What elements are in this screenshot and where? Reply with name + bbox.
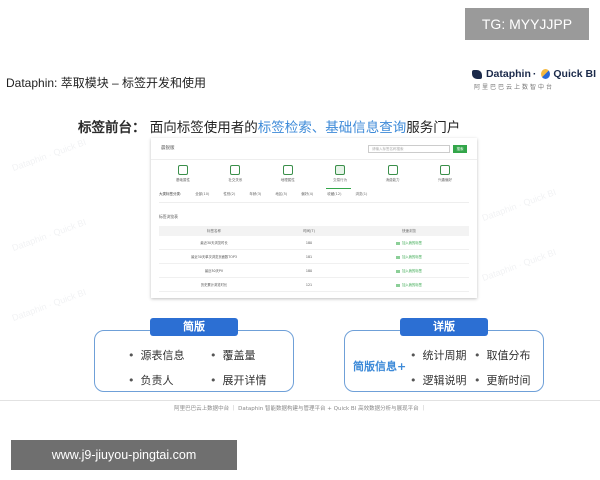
mock-col-header: 标签名称 — [207, 228, 221, 233]
people-icon — [230, 165, 241, 175]
mock-table-header: 标签名称 时间(T) 快速浏览 — [159, 226, 469, 236]
mock-add-tag-link[interactable]: 加入我的标签 — [396, 283, 422, 287]
mock-section-title: 标签浏览表 — [159, 214, 178, 219]
mock-category-label: 交易行为 — [333, 178, 348, 182]
simple-item: 源表信息 — [128, 347, 185, 363]
mock-cell-name: 最近30天浏览时长 — [200, 241, 228, 245]
simple-item: 覆盖量 — [210, 347, 256, 363]
detail-item: 逻辑说明 — [410, 372, 467, 388]
mock-category-bar: 基础属性 社交关系 地理属性 交易行为 消费能力 兴趣偏好 — [165, 165, 463, 187]
mock-category-item[interactable]: 消费能力 — [375, 165, 411, 187]
simple-item: 展开详情 — [210, 372, 267, 388]
trade-icon — [335, 165, 346, 175]
mock-category-label: 基础属性 — [176, 178, 190, 182]
mock-filter-item[interactable]: 地区(5) — [275, 192, 287, 200]
tg-badge: TG: MYYJJPP — [465, 8, 589, 40]
mock-search-input[interactable]: 请输入标签名称搜索 — [368, 145, 450, 153]
logo-separator: · — [532, 68, 537, 80]
mock-add-tag-link[interactable]: 加入我的标签 — [396, 269, 422, 273]
heart-icon — [439, 165, 450, 175]
simple-tab: 简版 — [150, 318, 238, 336]
mock-search-button[interactable]: 搜索 — [453, 145, 467, 153]
mock-active-underline — [326, 188, 351, 189]
logo-name: Dataphin — [485, 68, 531, 80]
user-profile-icon — [178, 165, 188, 175]
mock-cell-time: 121 — [305, 282, 313, 287]
url-badge: www.j9-jiuyou-pingtai.com — [11, 440, 237, 470]
mock-category-item[interactable]: 基础属性 — [165, 165, 201, 187]
detail-item: 统计周期 — [410, 347, 467, 363]
mock-add-tag-link[interactable]: 加入我的标签 — [396, 241, 422, 245]
mock-filter-item[interactable]: 浏览(1) — [355, 192, 367, 200]
mock-cell-time: 181 — [305, 254, 313, 259]
mock-category-item-active[interactable]: 交易行为 — [322, 165, 358, 187]
logo-name-2: Quick BI — [553, 68, 596, 80]
mock-cell-name: 最近30天PV — [204, 269, 224, 273]
mock-category-label: 地理属性 — [280, 178, 295, 182]
mock-filter-item[interactable]: 年龄(3) — [249, 192, 261, 200]
product-logo: Dataphin · Quick BI 阿里巴巴云上数智中台 — [472, 68, 596, 98]
mock-cell-name: 历史累计浏览时长 — [200, 283, 228, 287]
table-row: 最近30天单次浏览页面数TOP3 181 加入我的标签 — [159, 250, 469, 264]
mock-category-label: 消费能力 — [385, 178, 400, 182]
location-icon — [282, 165, 293, 175]
slide-footer: 阿里巴巴云上数据中台 ｜ Dataphin 智能数据构建与管理平台 + Quic… — [174, 406, 426, 412]
mock-category-label: 社交关系 — [228, 178, 243, 182]
headline-text-after: 服务门户 — [406, 120, 461, 136]
mock-header: 晨锐版 请输入标签名称搜索 搜索 — [151, 138, 477, 160]
mock-brand: 晨锐版 — [161, 146, 175, 151]
headline-text: 面向标签使用者的 — [149, 120, 258, 136]
table-row: 最近30天浏览时长 180 加入我的标签 — [159, 236, 469, 250]
mock-col-header: 时间(T) — [303, 228, 315, 233]
mock-col-header: 快速浏览 — [402, 228, 416, 233]
mock-tag-table: 标签名称 时间(T) 快速浏览 最近30天浏览时长 180 加入我的标签 最近3… — [159, 226, 469, 292]
mock-cell-time: 180 — [305, 240, 313, 245]
mock-category-item[interactable]: 兴趣偏好 — [427, 165, 463, 187]
detail-item: 取值分布 — [474, 347, 531, 363]
slide-title: Dataphin: 萃取模块 – 标签开发和使用 — [6, 76, 207, 90]
mock-category-item[interactable]: 地理属性 — [270, 165, 306, 187]
headline: 标签前台： 面向标签使用者的标签检索、基础信息查询服务门户 — [78, 116, 460, 136]
headline-label: 标签前台： — [78, 120, 146, 136]
logo-subtitle: 阿里巴巴云上数智中台 — [474, 84, 555, 91]
mock-filter-item[interactable]: 性别(2) — [223, 192, 235, 200]
headline-highlight: 标签检索、基础信息查询 — [257, 120, 407, 136]
detail-tab: 详版 — [400, 318, 488, 336]
tag-portal-mockup: 晨锐版 请输入标签名称搜索 搜索 基础属性 社交关系 地理属性 交易行为 消费能… — [151, 138, 477, 298]
mock-add-tag-link[interactable]: 加入我的标签 — [396, 255, 422, 259]
mock-divider — [159, 202, 469, 203]
dataphin-logo-icon — [472, 69, 482, 79]
mock-filter-label: 大类标签分类: — [159, 192, 182, 196]
mock-category-item[interactable]: 社交关系 — [217, 165, 253, 187]
detail-item: 更新时间 — [474, 372, 531, 388]
consumption-icon — [387, 165, 398, 175]
quickbi-logo-icon — [541, 69, 551, 79]
mock-cell-name: 最近30天单次浏览页面数TOP3 — [191, 255, 237, 259]
mock-filter-item[interactable]: 收藏(12) — [327, 192, 341, 200]
simple-item: 负责人 — [128, 372, 174, 388]
detail-prefix: 简版信息+ — [353, 360, 407, 373]
table-row: 历史累计浏览时长 121 加入我的标签 — [159, 278, 469, 292]
mock-filter-item[interactable]: 偏好(4) — [301, 192, 313, 200]
mock-category-label: 兴趣偏好 — [437, 178, 452, 182]
mock-cell-time: 180 — [305, 268, 313, 273]
mock-filter-row: 大类标签分类: 全部(10) 性别(2) 年龄(3) 地区(5) 偏好(4) 收… — [159, 192, 469, 200]
table-row: 最近30天PV 180 加入我的标签 — [159, 264, 469, 278]
mock-filter-item[interactable]: 全部(10) — [195, 192, 209, 200]
footer-divider — [0, 400, 600, 401]
